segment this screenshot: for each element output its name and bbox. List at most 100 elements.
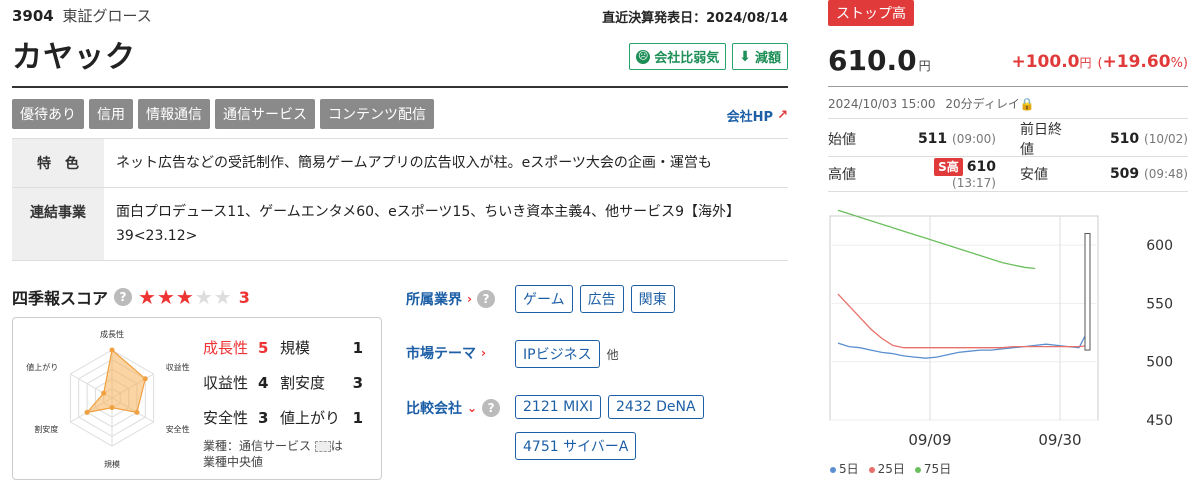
- industry-pill[interactable]: 広告: [579, 285, 624, 313]
- y-tick-label: 550: [1146, 296, 1173, 312]
- plot-frame: [829, 215, 1099, 421]
- divider: [828, 86, 1188, 87]
- bearish-badge[interactable]: ☹ 会社比弱気: [629, 43, 727, 70]
- segments-text: 面白プロデュース11、ゲームエンタメ60、eスポーツ15、ちいき資本主義4、他サ…: [116, 204, 741, 244]
- theme-other[interactable]: 他: [607, 346, 619, 363]
- radar-label: 規模: [104, 459, 120, 469]
- company-hp-label: 会社HP: [726, 110, 774, 125]
- radar-point: [109, 347, 115, 353]
- tag-contents[interactable]: コンテンツ配信: [320, 99, 434, 129]
- legend-item: 75日: [914, 460, 951, 477]
- decrease-badge[interactable]: ⬇ 減額: [732, 43, 788, 70]
- compare-pill[interactable]: 4751 サイバーA: [515, 432, 637, 460]
- compare-pill[interactable]: 2121 MIXI: [515, 395, 602, 419]
- score-note-median: 業種中央値: [203, 455, 264, 469]
- median-legend-box: [314, 441, 331, 452]
- radar-point: [84, 409, 90, 415]
- score-num: 1: [352, 338, 363, 357]
- chevron-right-icon: ›: [467, 292, 472, 306]
- info-table: 特 色 ネット広告などの受託制作、簡易ゲームアプリの広告収入が柱。eスポーツ大会…: [12, 138, 788, 261]
- pct-unit: %: [1170, 56, 1183, 71]
- score-note-industry: 業種：通信サービス: [203, 439, 312, 453]
- change-value: +100.0: [1011, 52, 1080, 72]
- score-row: 安全性 3 値上がり 1: [203, 400, 363, 435]
- stock-code: 3904: [12, 7, 54, 25]
- open-price: 511: [917, 131, 948, 147]
- industry-pill[interactable]: ゲーム: [515, 285, 573, 313]
- chevron-right-icon: ›: [481, 346, 486, 360]
- industry-label[interactable]: 所属業界 › ?: [406, 289, 495, 309]
- x-tick-label: 09/09: [908, 431, 951, 449]
- chevron-down-icon: ⌄: [467, 401, 478, 415]
- radar-label: 安全性: [166, 424, 190, 434]
- low-price: 509: [1109, 166, 1140, 182]
- tag-joho[interactable]: 情報通信: [138, 99, 210, 129]
- legend-dot: [830, 466, 836, 473]
- bearish-badge-label: 会社比弱気: [654, 51, 720, 66]
- help-icon[interactable]: ?: [114, 288, 133, 306]
- star-icon: ★: [156, 285, 176, 309]
- theme-pill[interactable]: IPビジネス: [515, 340, 600, 368]
- score-label: 安全性: [203, 409, 249, 427]
- company-name: カヤック: [12, 40, 136, 75]
- compare-label-text: 比較会社: [406, 401, 462, 417]
- frown-face-icon: ☹: [636, 49, 651, 64]
- stock-code-row: 3904 東証グロース: [12, 5, 152, 26]
- tag-shinyo[interactable]: 信用: [89, 99, 133, 129]
- legend-dot: [868, 466, 875, 473]
- price-change: +100.0円 (+19.60%): [1011, 52, 1188, 72]
- help-icon[interactable]: ?: [482, 399, 501, 417]
- star-icon: ★: [138, 285, 157, 309]
- industry-label-text: 所属業界: [406, 292, 462, 308]
- radar-chart: 成長性収益性安全性規模 割安度 値上がり: [26, 329, 190, 469]
- badge-group: ☹ 会社比弱気 ⬇ 減額: [629, 43, 788, 70]
- price-unit: 円: [918, 59, 931, 73]
- radar-point: [142, 376, 148, 382]
- industry-list: ゲーム 広告 関東: [515, 285, 675, 313]
- decrease-badge-label: 減額: [754, 51, 781, 66]
- score-num: 1: [352, 408, 363, 427]
- legend-label: 25日: [877, 462, 905, 476]
- ohlc-row: 高値 S高 610 (13:17) 安値 509 (09:48): [828, 157, 1188, 192]
- series-line: [837, 209, 1036, 270]
- lock-icon: 🔒: [1019, 97, 1035, 111]
- help-icon[interactable]: ?: [476, 290, 495, 308]
- earnings-date: 直近決算発表日：2024/08/14: [602, 11, 788, 26]
- high-time: (13:17): [952, 175, 996, 190]
- company-hp-link[interactable]: 会社HP ↗: [727, 106, 788, 125]
- high-price: 610: [966, 158, 996, 175]
- score-label: 成長性: [203, 339, 249, 357]
- ohlc-row: 始値 511 (09:00) 前日終値 510 (10/02): [828, 122, 1188, 158]
- prev-time: (10/02): [1144, 132, 1188, 146]
- compare-pill[interactable]: 2432 DeNA: [608, 395, 704, 419]
- industry-pill[interactable]: 関東: [630, 285, 675, 313]
- open-time: (09:00): [952, 132, 996, 146]
- score-num: 3: [352, 373, 363, 392]
- feature-text: ネット広告などの受託制作、簡易ゲームアプリの広告収入が柱。eスポーツ大会の企画・…: [116, 155, 712, 171]
- segments-label: 連結事業: [12, 188, 104, 260]
- y-tick-label: 600: [1146, 238, 1173, 254]
- theme-list: IPビジネス 他: [515, 340, 619, 368]
- score-note: 業種：通信サービス は 業種中央値: [203, 438, 343, 470]
- score-num: 4: [258, 373, 269, 392]
- radar-label: 収益性: [166, 362, 190, 372]
- score-title: 四季報スコア: [12, 289, 109, 308]
- score-label: 規模: [280, 339, 311, 357]
- tag-yutai[interactable]: 優待あり: [12, 99, 84, 129]
- series-line: [837, 293, 1091, 349]
- tag-tsushin[interactable]: 通信サービス: [215, 99, 315, 129]
- price-chart[interactable]: 450 500 550 600 09/09 09/30: [828, 208, 1190, 453]
- radar-point: [109, 405, 115, 411]
- series-line: [837, 326, 1091, 359]
- x-tick-label: 09/30: [1038, 431, 1081, 449]
- timestamp: 2024/10/03 15:00 20分ディレイ🔒: [828, 95, 1035, 112]
- low-value: 509 (09:48): [1068, 166, 1188, 182]
- tag-list: 優待あり 信用 情報通信 通信サービス コンテンツ配信: [12, 99, 434, 129]
- current-price: 610.0 円: [828, 44, 931, 77]
- radar-point: [134, 409, 140, 415]
- change-unit: 円: [1079, 56, 1092, 70]
- score-label: 割安度: [280, 374, 326, 392]
- score-table: 成長性 5 規模 1 収益性 4 割安度 3 安全性 3 値上がり 1: [203, 330, 363, 435]
- compare-label[interactable]: 比較会社 ⌄ ?: [406, 398, 501, 418]
- theme-label[interactable]: 市場テーマ ›: [406, 343, 486, 363]
